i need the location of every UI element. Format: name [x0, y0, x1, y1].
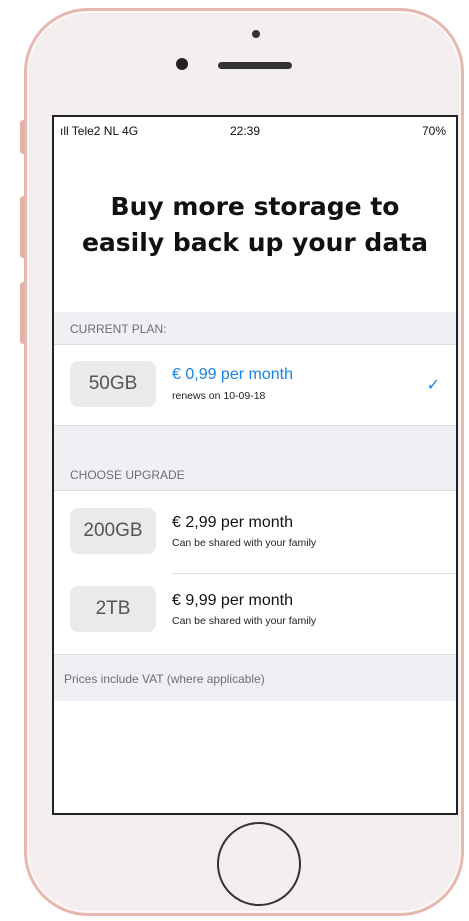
- current-plan-price: € 0,99 per month: [172, 366, 293, 383]
- page-title-line-1: Buy more storage to: [110, 192, 400, 221]
- status-bar: ıll Tele2 NL 4G 22:39 70%: [54, 117, 456, 145]
- upgrade-option-row[interactable]: 2TB € 9,99 per month Can be shared with …: [54, 574, 456, 654]
- upgrade-detail: Can be shared with your family: [172, 537, 317, 549]
- current-plan-row[interactable]: 50GB € 0,99 per month renews on 10-09-18…: [54, 345, 456, 425]
- carrier-label: ıll Tele2 NL 4G: [60, 124, 139, 138]
- current-plan-header: CURRENT PLAN:: [54, 312, 456, 344]
- upgrade-price: € 2,99 per month: [172, 514, 293, 531]
- proximity-sensor: [252, 30, 260, 38]
- upgrade-detail: Can be shared with your family: [172, 615, 317, 627]
- upgrade-option-row[interactable]: 200GB € 2,99 per month Can be shared wit…: [54, 491, 456, 573]
- upgrade-size-badge: 200GB: [70, 508, 156, 554]
- current-plan-size-badge: 50GB: [70, 361, 156, 407]
- clock: 22:39: [230, 124, 261, 138]
- upgrade-size-badge: 2TB: [70, 586, 156, 632]
- upgrade-header: CHOOSE UPGRADE: [54, 426, 456, 490]
- page-title-line-2: easily back up your data: [81, 228, 429, 257]
- home-button[interactable]: [217, 822, 301, 906]
- current-plan-renewal: renews on 10-09-18: [172, 390, 266, 402]
- current-plan-header-label: CURRENT PLAN:: [70, 322, 167, 336]
- page-title: Buy more storage to easily back up your …: [54, 189, 456, 261]
- vat-note: Prices include VAT (where applicable): [64, 672, 265, 686]
- upgrade-price: € 9,99 per month: [172, 592, 293, 609]
- vat-note-band: Prices include VAT (where applicable): [54, 655, 456, 701]
- front-camera-icon: [176, 58, 188, 70]
- upgrade-header-label: CHOOSE UPGRADE: [70, 468, 185, 482]
- battery-level: 70%: [421, 124, 446, 138]
- phone-screen: ıll Tele2 NL 4G 22:39 70% Buy more stora…: [52, 115, 458, 815]
- earpiece-speaker: [218, 62, 292, 69]
- checkmark-icon: ✓: [426, 377, 440, 394]
